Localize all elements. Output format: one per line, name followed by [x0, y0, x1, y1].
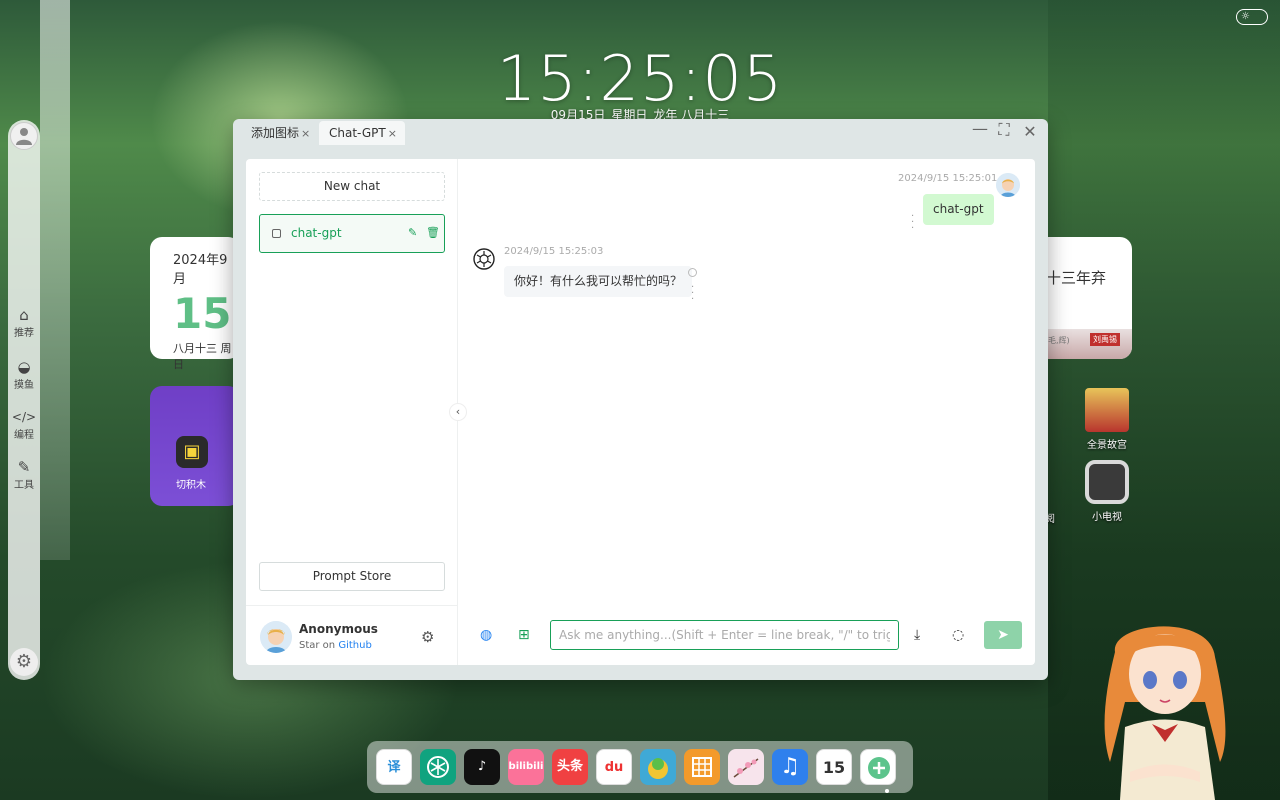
left-sidebar: ⌂ 推荐 ◒ 摸鱼 </> 编程 ✎ 工具 ⚙	[8, 120, 40, 680]
calendar-lunar: 八月十三 周日	[173, 342, 232, 371]
sidebar-item-label: 摸鱼	[14, 380, 34, 391]
dock-app-game[interactable]	[640, 749, 676, 785]
edit-icon[interactable]: ✎	[408, 226, 417, 239]
app-widget-label: 切积木	[176, 480, 206, 491]
calendar-year-month: 2024年9月	[173, 253, 228, 287]
user-subtitle: Star on Github	[299, 640, 372, 651]
sidebar-item-label: 编程	[14, 430, 34, 441]
sidebar-item-label: 工具	[14, 480, 34, 491]
poem-stamp: 刘禹锡	[1090, 333, 1120, 346]
gift-icon[interactable]: ⊞	[518, 627, 530, 643]
session-title: chat-gpt	[291, 226, 342, 240]
palace-icon	[1085, 388, 1129, 432]
chat-bubble-icon	[272, 229, 281, 238]
user-message: chat-gpt	[923, 194, 994, 225]
dock-app-bilibili[interactable]: bilibili	[508, 749, 544, 785]
user-profile: Anonymous Star on Github ⚙	[246, 605, 458, 665]
chat-input[interactable]	[550, 620, 899, 650]
desktop-icon-label: 全景故宫	[1087, 440, 1127, 451]
tab-add-icon[interactable]: 添加图标 ×	[241, 121, 318, 145]
close-window-icon[interactable]: ✕	[1019, 122, 1041, 141]
wrench-icon: ✎	[17, 458, 31, 476]
close-icon[interactable]: ×	[301, 127, 310, 140]
sudoku-icon	[692, 757, 712, 777]
delete-icon[interactable]: 🗑	[426, 226, 440, 239]
user-avatar-button[interactable]	[10, 122, 38, 150]
user-message-avatar	[996, 173, 1020, 197]
new-chat-button[interactable]: New chat	[259, 172, 445, 201]
dock-app-translate[interactable]: 译	[376, 749, 412, 785]
desktop-icon-palace[interactable]: 全景故宫	[1083, 388, 1131, 451]
chatgpt-window: 添加图标 × Chat-GPT × — ⛶ ✕ New chat chat-gpt …	[233, 119, 1048, 680]
close-icon[interactable]: ×	[388, 127, 397, 140]
session-item[interactable]: chat-gpt ✎ 🗑	[259, 214, 445, 253]
calendar-widget[interactable]: 2024年9月 15 八月十三 周日	[150, 237, 240, 371]
session-panel: New chat chat-gpt ✎ 🗑 Prompt Store Anony…	[246, 159, 458, 665]
sidebar-item-recommend[interactable]: ⌂ 推荐	[8, 306, 40, 339]
app-dock: 译 ♪ bilibili 头条 du ♫ 15	[367, 741, 913, 793]
window-titlebar: 添加图标 × Chat-GPT × — ⛶ ✕	[233, 119, 1048, 145]
more-options-icon[interactable]: · · ·	[691, 283, 694, 305]
anime-girl-decoration	[1104, 626, 1226, 800]
poem-author-note: 毛,辉)	[1048, 336, 1070, 345]
prompt-store-button[interactable]: Prompt Store	[259, 562, 445, 591]
whatsapp-icon[interactable]: ◌	[952, 627, 964, 643]
send-button[interactable]: ➤	[984, 621, 1022, 649]
add-icon	[868, 757, 890, 779]
minimize-icon[interactable]: —	[969, 119, 991, 138]
more-options-icon[interactable]: · · ·	[911, 212, 914, 234]
dock-app-sakura[interactable]	[728, 749, 764, 785]
settings-icon[interactable]: ⚙	[421, 628, 434, 646]
sidebar-item-games[interactable]: ◒ 摸鱼	[8, 358, 40, 391]
chat-input-bar: ◍ ⊞ ⤓ ◌ ➤	[458, 605, 1035, 665]
game-icon	[648, 758, 668, 779]
desktop-clock: 15:25:05	[496, 42, 784, 115]
dock-app-chatgpt[interactable]	[420, 749, 456, 785]
user-icon	[16, 128, 32, 145]
user-subtitle-prefix: Star on	[299, 640, 336, 651]
github-link[interactable]: Github	[338, 640, 371, 651]
dock-active-indicator	[885, 789, 889, 793]
dock-app-sudoku[interactable]	[684, 749, 720, 785]
tab-label: Chat-GPT	[329, 126, 386, 140]
collapse-panel-button[interactable]: ‹	[449, 403, 467, 421]
desktop-icon-label: 小电视	[1092, 512, 1122, 523]
gamepad-icon: ◒	[17, 358, 31, 376]
chatgpt-icon	[427, 756, 449, 778]
cube-icon: ▣	[176, 436, 208, 468]
user-avatar	[260, 621, 292, 653]
sakura-icon	[733, 758, 759, 778]
sidebar-item-label: 推荐	[14, 328, 34, 339]
home-icon: ⌂	[19, 306, 29, 324]
calendar-day: 15	[173, 289, 232, 338]
sidebar-item-tools[interactable]: ✎ 工具	[8, 458, 40, 491]
message-time: 2024/9/15 15:25:03	[504, 246, 604, 257]
chat-app: New chat chat-gpt ✎ 🗑 Prompt Store Anony…	[246, 159, 1035, 665]
code-icon: </>	[11, 410, 37, 424]
loading-ring-icon	[688, 268, 697, 277]
download-icon[interactable]: ⤓	[914, 627, 920, 643]
globe-icon[interactable]: ◍	[480, 627, 492, 643]
tab-chat-gpt[interactable]: Chat-GPT ×	[319, 121, 405, 145]
settings-gear-icon[interactable]: ⚙	[10, 648, 38, 676]
maximize-icon[interactable]: ⛶	[993, 120, 1015, 140]
app-widget[interactable]: ▣ 切积木	[150, 386, 240, 506]
tab-label: 添加图标	[251, 126, 300, 140]
user-name: Anonymous	[299, 622, 378, 636]
dock-app-tiktok[interactable]: ♪	[464, 749, 500, 785]
message-time: 2024/9/15 15:25:01	[898, 173, 998, 184]
dock-app-toutiao[interactable]: 头条	[552, 749, 588, 785]
poem-widget[interactable]: 十三年弃 毛,辉) 刘禹锡	[1046, 237, 1132, 359]
tv-icon	[1085, 460, 1129, 504]
dock-app-add[interactable]	[860, 749, 896, 785]
desktop-icon-tv[interactable]: 小电视	[1083, 460, 1131, 523]
dock-app-music[interactable]: ♫	[772, 749, 808, 785]
dock-app-baidu-map[interactable]: du	[596, 749, 632, 785]
assistant-message: 你好！有什么我可以帮忙的吗？	[504, 266, 693, 297]
chatgpt-icon	[473, 248, 495, 270]
dock-app-calendar[interactable]: 15	[816, 749, 852, 785]
theme-toggle[interactable]: ☼	[1236, 9, 1268, 25]
sidebar-item-coding[interactable]: </> 编程	[8, 408, 40, 441]
poem-text: 十三年弃	[1046, 269, 1107, 287]
